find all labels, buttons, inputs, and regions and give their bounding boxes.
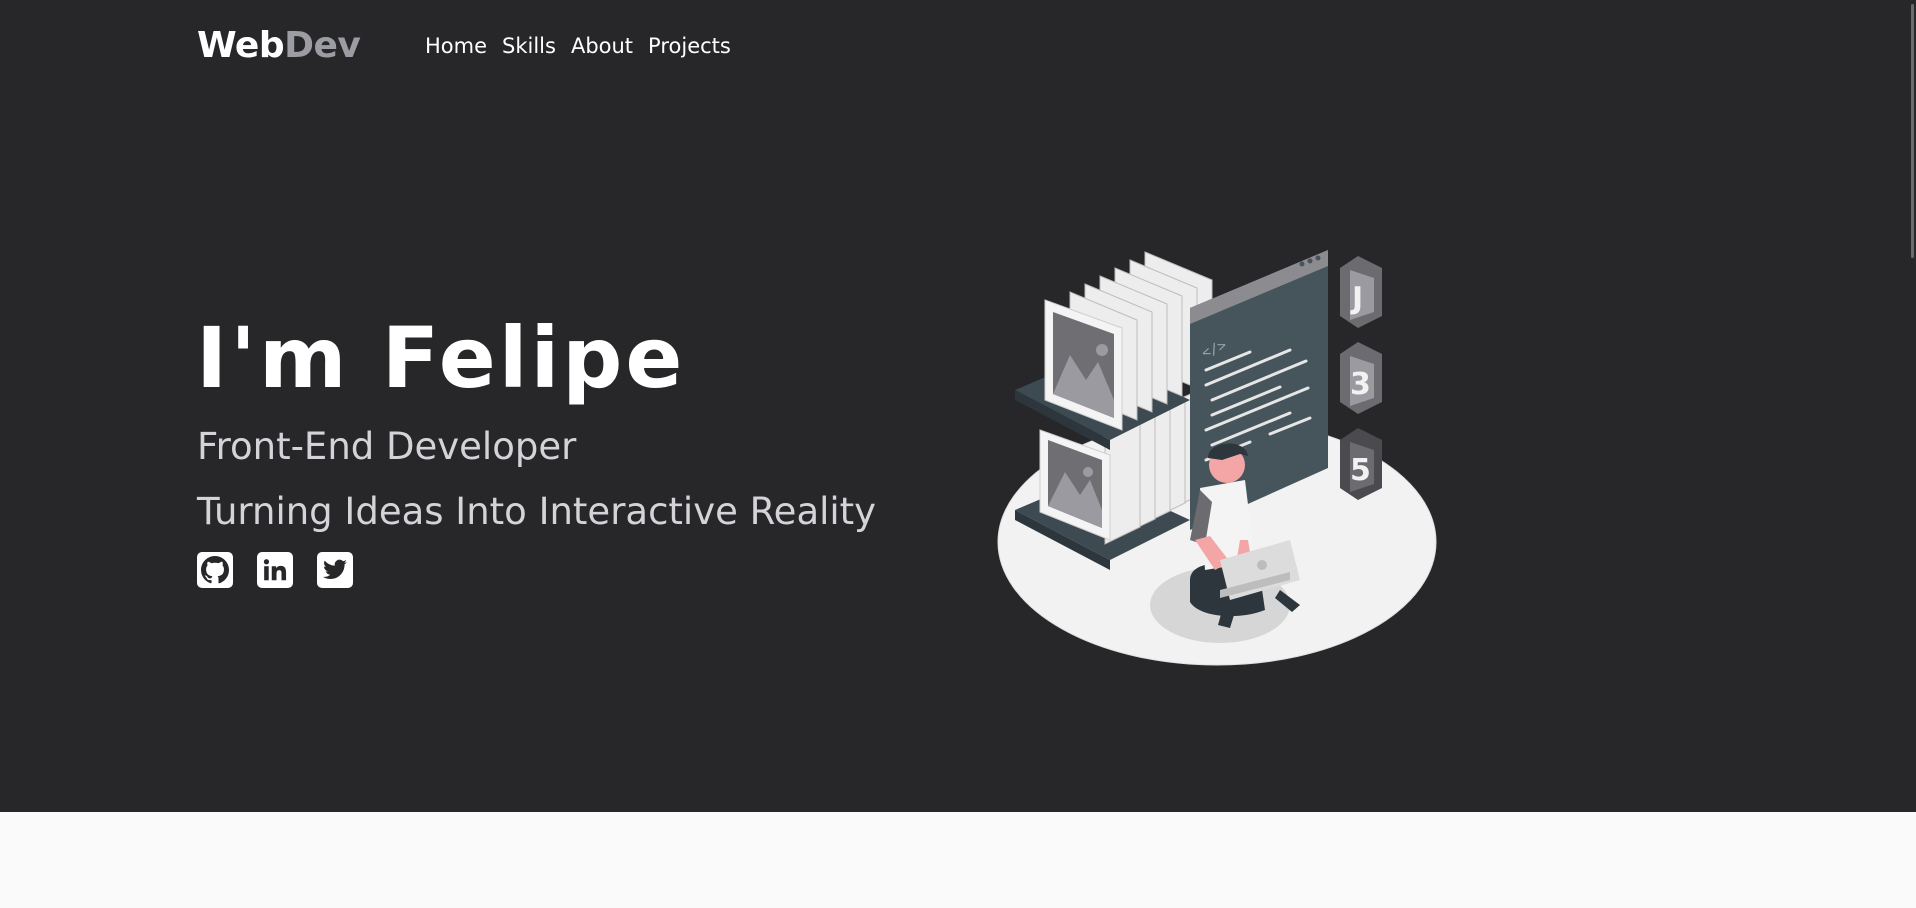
next-section [0,812,1916,908]
css-badge-icon: 3 [1340,342,1382,414]
twitter-link[interactable] [317,552,353,588]
logo[interactable]: WebDev [197,22,361,70]
scrollbar[interactable] [1911,4,1914,258]
hero-tagline: Turning Ideas Into Interactive Reality [197,490,877,533]
svg-text:3: 3 [1350,367,1371,402]
social-links [197,552,353,588]
hero-section: WebDev Home Skills About Projects I'm Fe… [0,0,1916,812]
hero-title: I'm Felipe [196,309,686,407]
nav-link-skills[interactable]: Skills [502,32,571,60]
main-nav: Home Skills About Projects [425,32,746,60]
js-badge-icon: J [1340,256,1382,328]
logo-secondary: Dev [284,25,361,66]
logo-primary: Web [197,25,285,66]
svg-text:J: J [1350,281,1363,316]
developer-illustration: </> J 3 5 [997,250,1437,666]
github-icon [201,556,229,584]
hero-subtitle: Front-End Developer [197,425,577,468]
nav-link-projects[interactable]: Projects [648,32,746,60]
nav-link-about[interactable]: About [571,32,648,60]
linkedin-icon [263,559,287,581]
linkedin-link[interactable] [257,552,293,588]
html-badge-icon: 5 [1340,428,1382,500]
github-link[interactable] [197,552,233,588]
nav-link-home[interactable]: Home [425,32,502,60]
svg-text:5: 5 [1350,453,1371,488]
twitter-icon [323,559,347,579]
